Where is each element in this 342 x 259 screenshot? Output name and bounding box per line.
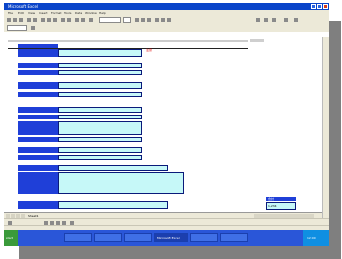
minimize-button[interactable] [311,4,316,9]
field-cell[interactable] [58,115,142,119]
field-cell[interactable] [58,70,142,75]
start-button[interactable]: start [4,230,18,246]
menu-window[interactable]: Window [85,11,97,15]
field-cell[interactable] [58,49,142,57]
field-cell[interactable] [58,201,168,209]
taskbar-item[interactable] [94,233,122,242]
vertical-scrollbar[interactable] [322,37,329,218]
menu-edit[interactable]: Edit [18,11,24,15]
copy-icon[interactable] [47,18,51,22]
warning-text: 注意 [146,48,153,52]
field-cell[interactable] [58,137,142,142]
chart-icon[interactable] [89,18,93,22]
header-button[interactable] [250,39,264,42]
align-right-icon[interactable] [167,18,171,22]
preview-icon[interactable] [33,18,37,22]
taskbar-item[interactable] [124,233,152,242]
worksheet: 注意 合計 1,234 [4,37,322,212]
field-cell[interactable] [58,92,142,97]
window-title: Microsoft Excel [8,4,39,9]
field-label [18,121,58,135]
field-cell[interactable] [58,147,142,153]
field-cell[interactable] [58,121,142,135]
excel-window: Microsoft Excel File Edit View Insert Fo… [4,3,329,246]
field-label [18,49,58,57]
help-icon[interactable] [294,18,298,22]
field-label [18,92,58,97]
paste-icon[interactable] [53,18,57,22]
menu-view[interactable]: View [28,11,35,15]
field-cell[interactable] [58,107,142,113]
field-label [18,165,58,171]
start-label: start [6,236,13,240]
redo-icon[interactable] [67,18,71,22]
function-icon[interactable] [31,26,35,30]
field-label [18,172,58,194]
taskbar-item[interactable] [220,233,248,242]
field-cell[interactable] [58,82,142,89]
menu-insert[interactable]: Insert [39,11,48,15]
font-size-select[interactable] [123,17,131,23]
taskbar-item-excel[interactable]: Microsoft Excel [154,233,188,242]
borders-icon[interactable] [256,18,260,22]
sort-icon[interactable] [81,18,85,22]
zoom-icon[interactable] [284,18,288,22]
field-cell[interactable] [58,63,142,68]
field-label [18,137,58,142]
field-label [18,107,58,113]
field-label [18,63,58,68]
bold-icon[interactable] [135,18,139,22]
field-cell[interactable] [58,172,184,194]
menu-file[interactable]: File [8,11,13,15]
name-box[interactable] [7,25,27,31]
fill-color-icon[interactable] [264,18,268,22]
field-label [18,115,58,119]
open-icon[interactable] [13,18,17,22]
column-header [8,40,248,42]
cut-icon[interactable] [41,18,45,22]
align-center-icon[interactable] [161,18,165,22]
underline-icon[interactable] [147,18,151,22]
print-icon[interactable] [27,18,31,22]
field-label [18,155,58,160]
maximize-button[interactable] [317,4,322,9]
field-label [18,70,58,75]
close-button[interactable] [323,4,328,9]
taskbar-item[interactable] [190,233,218,242]
field-cell[interactable] [58,155,142,160]
title-bar: Microsoft Excel [4,3,329,10]
field-label [18,147,58,153]
system-tray: 12:00 [303,230,329,246]
save-icon[interactable] [19,18,23,22]
taskbar-item[interactable] [64,233,92,242]
field-label [18,201,58,209]
field-cell[interactable] [58,165,168,171]
align-left-icon[interactable] [155,18,159,22]
clock: 12:00 [307,236,316,240]
menu-data[interactable]: Data [75,11,82,15]
new-icon[interactable] [7,18,11,22]
summary-label-text: 合計 [268,197,275,201]
font-name-select[interactable] [99,17,121,23]
taskbar: start Microsoft Excel 12:00 [4,230,329,246]
undo-icon[interactable] [61,18,65,22]
font-color-icon[interactable] [272,18,276,22]
menu-help[interactable]: Help [99,11,106,15]
field-label [18,82,58,89]
menu-tools[interactable]: Tools [64,11,71,15]
menu-format[interactable]: Format [51,11,62,15]
italic-icon[interactable] [141,18,145,22]
summary-value: 1,234 [268,204,277,208]
sum-icon[interactable] [75,18,79,22]
